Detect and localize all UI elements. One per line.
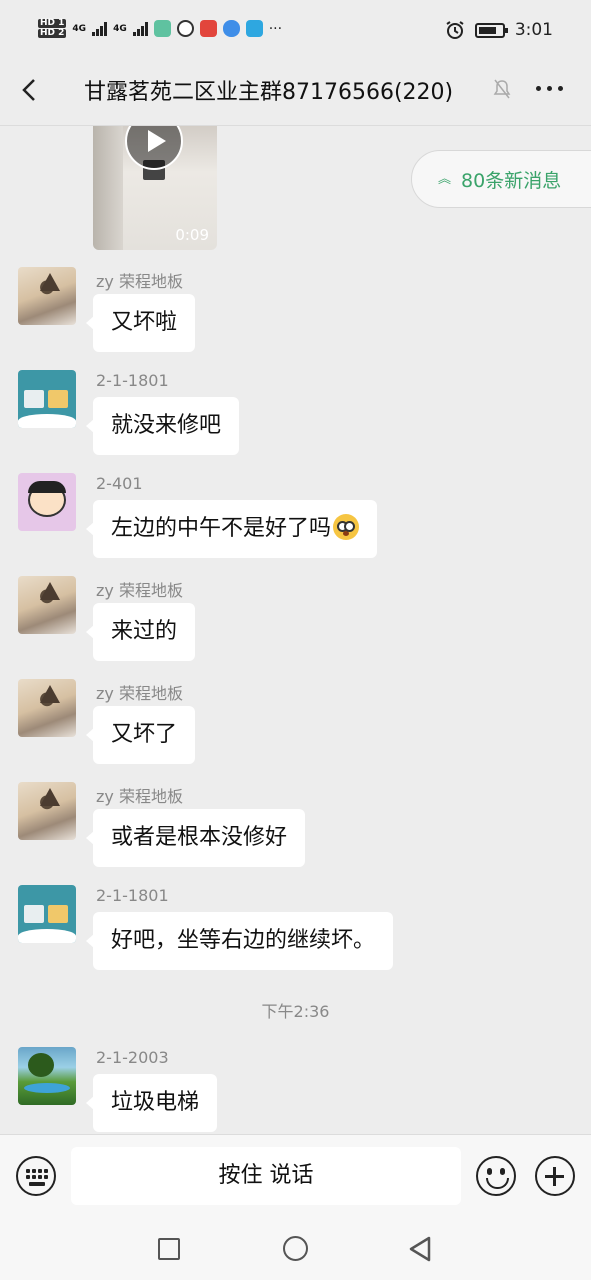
avatar[interactable] xyxy=(18,782,76,840)
app-notification-icon xyxy=(153,20,171,37)
double-chevron-up-icon: ︽ xyxy=(438,171,452,187)
input-bar: 按住 说话 xyxy=(0,1134,591,1220)
message-bubble[interactable]: 垃圾电梯 xyxy=(85,1074,218,1132)
app-notification-icon xyxy=(199,20,217,37)
more-options-icon[interactable] xyxy=(536,86,563,91)
signal-icon-2 xyxy=(132,21,148,36)
recent-apps-icon[interactable] xyxy=(158,1238,180,1260)
message-bubble[interactable]: 又坏啦 xyxy=(85,294,196,352)
group-title: 甘露茗苑二区业主群87176566(220) xyxy=(84,80,454,105)
flushed-face-icon xyxy=(333,514,360,540)
video-message[interactable]: 0:09 xyxy=(93,126,217,250)
message-bubble[interactable]: 来过的 xyxy=(85,603,196,661)
sender-name: 2-1-1801 xyxy=(96,371,169,390)
back-arrow-icon[interactable] xyxy=(18,78,42,102)
message-bubble[interactable]: 好吧，坐等右边的继续坏。 xyxy=(85,912,394,970)
message-bubble[interactable]: 就没来修吧 xyxy=(85,397,240,455)
message-bubble[interactable]: 又坏了 xyxy=(85,706,196,764)
network1-label: 4G xyxy=(72,23,87,34)
back-triangle-icon[interactable] xyxy=(408,1236,432,1262)
battery-icon xyxy=(474,22,508,38)
timestamp: 下午2:36 xyxy=(261,1002,330,1021)
new-messages-label: 80条新消息 xyxy=(461,169,562,192)
sender-name: zy 荣程地板 xyxy=(96,684,183,703)
status-right: 3:01 xyxy=(445,20,553,40)
sender-name: zy 荣程地板 xyxy=(96,787,183,806)
alarm-icon xyxy=(446,21,464,39)
plus-icon[interactable] xyxy=(535,1156,575,1196)
clock: 3:01 xyxy=(514,20,553,40)
sender-name: zy 荣程地板 xyxy=(96,581,183,600)
message-bubble[interactable]: 左边的中午不是好了吗 xyxy=(85,500,378,558)
sender-name: 2-1-2003 xyxy=(96,1048,169,1067)
sim2-label: HD 2 xyxy=(38,28,67,38)
system-navigation-bar xyxy=(0,1220,591,1280)
sender-name: 2-1-1801 xyxy=(96,886,169,905)
avatar[interactable] xyxy=(18,1047,76,1105)
cloud-icon xyxy=(222,20,240,37)
avatar[interactable] xyxy=(18,370,76,428)
play-icon[interactable] xyxy=(125,126,183,170)
avatar[interactable] xyxy=(18,267,76,325)
network2-label: 4G xyxy=(113,23,127,34)
video-duration: 0:09 xyxy=(175,226,209,244)
avatar[interactable] xyxy=(18,885,76,943)
emoji-icon[interactable] xyxy=(476,1156,516,1196)
app-notification-icon xyxy=(245,20,263,37)
status-bar: HD 1 HD 2 4G 4G ··· 3:01 xyxy=(0,0,591,66)
keyboard-icon[interactable] xyxy=(16,1156,56,1196)
hold-to-talk-button[interactable]: 按住 说话 xyxy=(71,1147,461,1205)
status-left: HD 1 HD 2 4G 4G ··· xyxy=(38,18,282,39)
video-thumbnail xyxy=(93,126,123,250)
sim-indicator: HD 1 HD 2 xyxy=(38,18,67,39)
browser-icon xyxy=(176,20,194,37)
message-bubble[interactable]: 或者是根本没修好 xyxy=(85,809,306,867)
mute-bell-icon xyxy=(493,79,511,99)
sender-name: 2-401 xyxy=(96,474,143,493)
sender-name: zy 荣程地板 xyxy=(96,272,183,291)
home-icon[interactable] xyxy=(283,1236,308,1261)
avatar[interactable] xyxy=(18,473,76,531)
new-messages-button[interactable]: ︽ 80条新消息 xyxy=(411,150,591,208)
chat-header: 甘露茗苑二区业主群87176566(220) xyxy=(0,66,591,126)
more-notifications: ··· xyxy=(268,20,283,37)
sim1-label: HD 1 xyxy=(38,18,67,28)
message-text: 左边的中午不是好了吗 xyxy=(111,516,332,541)
avatar[interactable] xyxy=(18,576,76,634)
chat-area[interactable]: 0:09 ︽ 80条新消息 zy 荣程地板 又坏啦 2-1-1801 就没来修吧… xyxy=(0,126,591,1134)
signal-icon xyxy=(92,21,108,36)
avatar[interactable] xyxy=(18,679,76,737)
